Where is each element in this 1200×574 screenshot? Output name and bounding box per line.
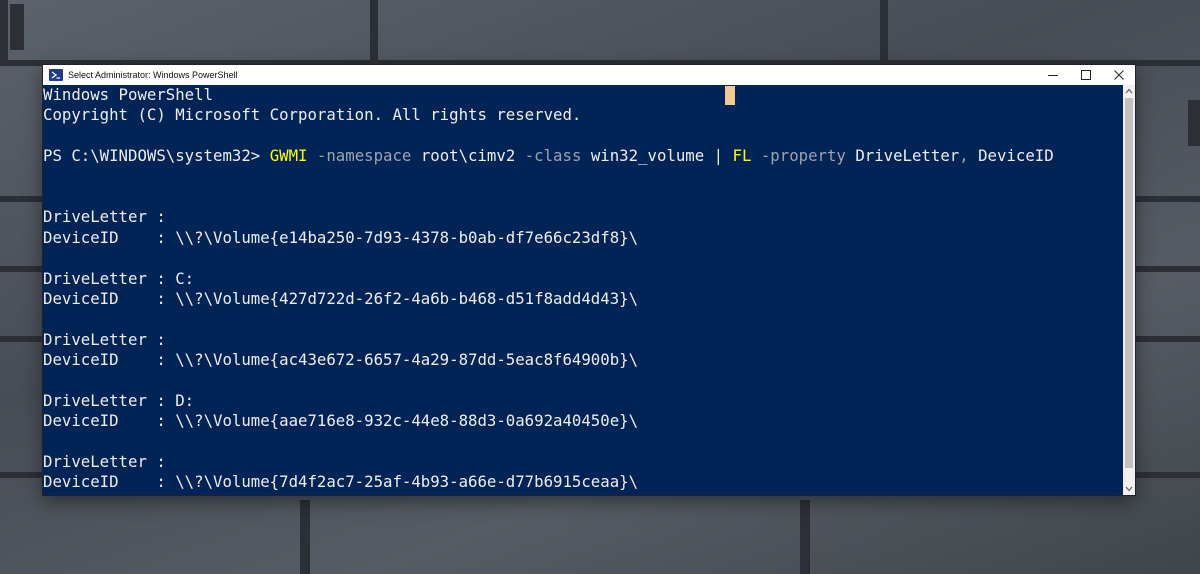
scroll-down-icon[interactable] [1123, 483, 1135, 495]
device-id-label: DeviceID : [43, 472, 176, 492]
drive-letter-label: DriveLetter : [43, 329, 176, 349]
window-controls [1036, 65, 1135, 85]
device-id-value: \\?\Volume{aae716e8-932c-44e8-88d3-0a692… [175, 411, 639, 431]
drive-letter-line: DriveLetter : D: [43, 391, 1123, 411]
minimize-icon[interactable] [1036, 65, 1069, 85]
device-id-value: \\?\Volume{e14ba250-7d93-4378-b0ab-df7e6… [175, 227, 639, 247]
drive-letter-value: D: [175, 390, 195, 410]
device-id-line: DeviceID : \\?\Volume{7d4f2ac7-25af-4b93… [43, 472, 1123, 492]
title-bar[interactable]: Select Administrator: Windows PowerShell [43, 65, 1135, 85]
pipe-operator: | [713, 146, 733, 166]
drive-letter-label: DriveLetter : [43, 452, 176, 472]
param-class: -class [524, 146, 582, 166]
device-id-value: \\?\Volume{ac43e672-6657-4a29-87dd-5eac8… [175, 350, 639, 370]
device-id-label: DeviceID : [43, 288, 176, 308]
device-id-line: DeviceID : \\?\Volume{ac43e672-6657-4a29… [43, 350, 1123, 370]
arg-driveletter: DriveLetter [845, 146, 960, 166]
vertical-scrollbar[interactable] [1123, 85, 1135, 495]
maximize-icon[interactable] [1069, 65, 1102, 85]
comma: , [959, 146, 969, 166]
console-output[interactable]: Windows PowerShell Copyright (C) Microso… [43, 85, 1123, 495]
powershell-icon [49, 69, 63, 81]
drive-letter-label: DriveLetter : [43, 390, 176, 410]
close-icon[interactable] [1102, 65, 1135, 85]
scrollbar-thumb[interactable] [1125, 98, 1133, 468]
cmdlet-fl: FL [732, 146, 752, 166]
device-id-value: \\?\Volume{427d722d-26f2-4a6b-b468-d51f8… [175, 288, 639, 308]
drive-letter-line: DriveLetter : [43, 452, 1123, 472]
drive-letter-value: C: [175, 268, 195, 288]
device-id-label: DeviceID : [43, 411, 176, 431]
device-id-line: DeviceID : \\?\Volume{aae716e8-932c-44e8… [43, 411, 1123, 431]
device-id-value: \\?\Volume{7d4f2ac7-25af-4b93-a66e-d77b6… [175, 472, 639, 492]
arg-deviceid: DeviceID [968, 146, 1054, 166]
text-cursor [725, 86, 735, 105]
console-header-line: Windows PowerShell [43, 85, 214, 104]
scroll-up-icon[interactable] [1123, 85, 1135, 97]
param-property: -property [760, 146, 846, 166]
drive-letter-line: DriveLetter : C: [43, 269, 1123, 289]
drive-letter-label: DriveLetter : [43, 207, 176, 227]
drive-letter-line: DriveLetter : [43, 207, 1123, 227]
prompt: PS C:\WINDOWS\system32> [43, 146, 270, 166]
console-copyright-line: Copyright (C) Microsoft Corporation. All… [43, 105, 582, 125]
window-title: Select Administrator: Windows PowerShell [68, 70, 238, 80]
device-id-label: DeviceID : [43, 227, 176, 247]
cmdlet-gwmi: GWMI [269, 146, 308, 166]
drive-letter-line: DriveLetter : [43, 330, 1123, 350]
command-line: PS C:\WINDOWS\system32> GWMI -namespace … [43, 146, 1123, 166]
arg-class: win32_volume [581, 146, 714, 166]
drive-letter-label: DriveLetter : [43, 268, 176, 288]
arg-namespace: root\cimv2 [411, 146, 525, 166]
device-id-line: DeviceID : \\?\Volume{e14ba250-7d93-4378… [43, 228, 1123, 248]
device-id-line: DeviceID : \\?\Volume{427d722d-26f2-4a6b… [43, 289, 1123, 309]
param-namespace: -namespace [316, 146, 412, 166]
powershell-window: Select Administrator: Windows PowerShell… [43, 65, 1135, 495]
device-id-label: DeviceID : [43, 350, 176, 370]
